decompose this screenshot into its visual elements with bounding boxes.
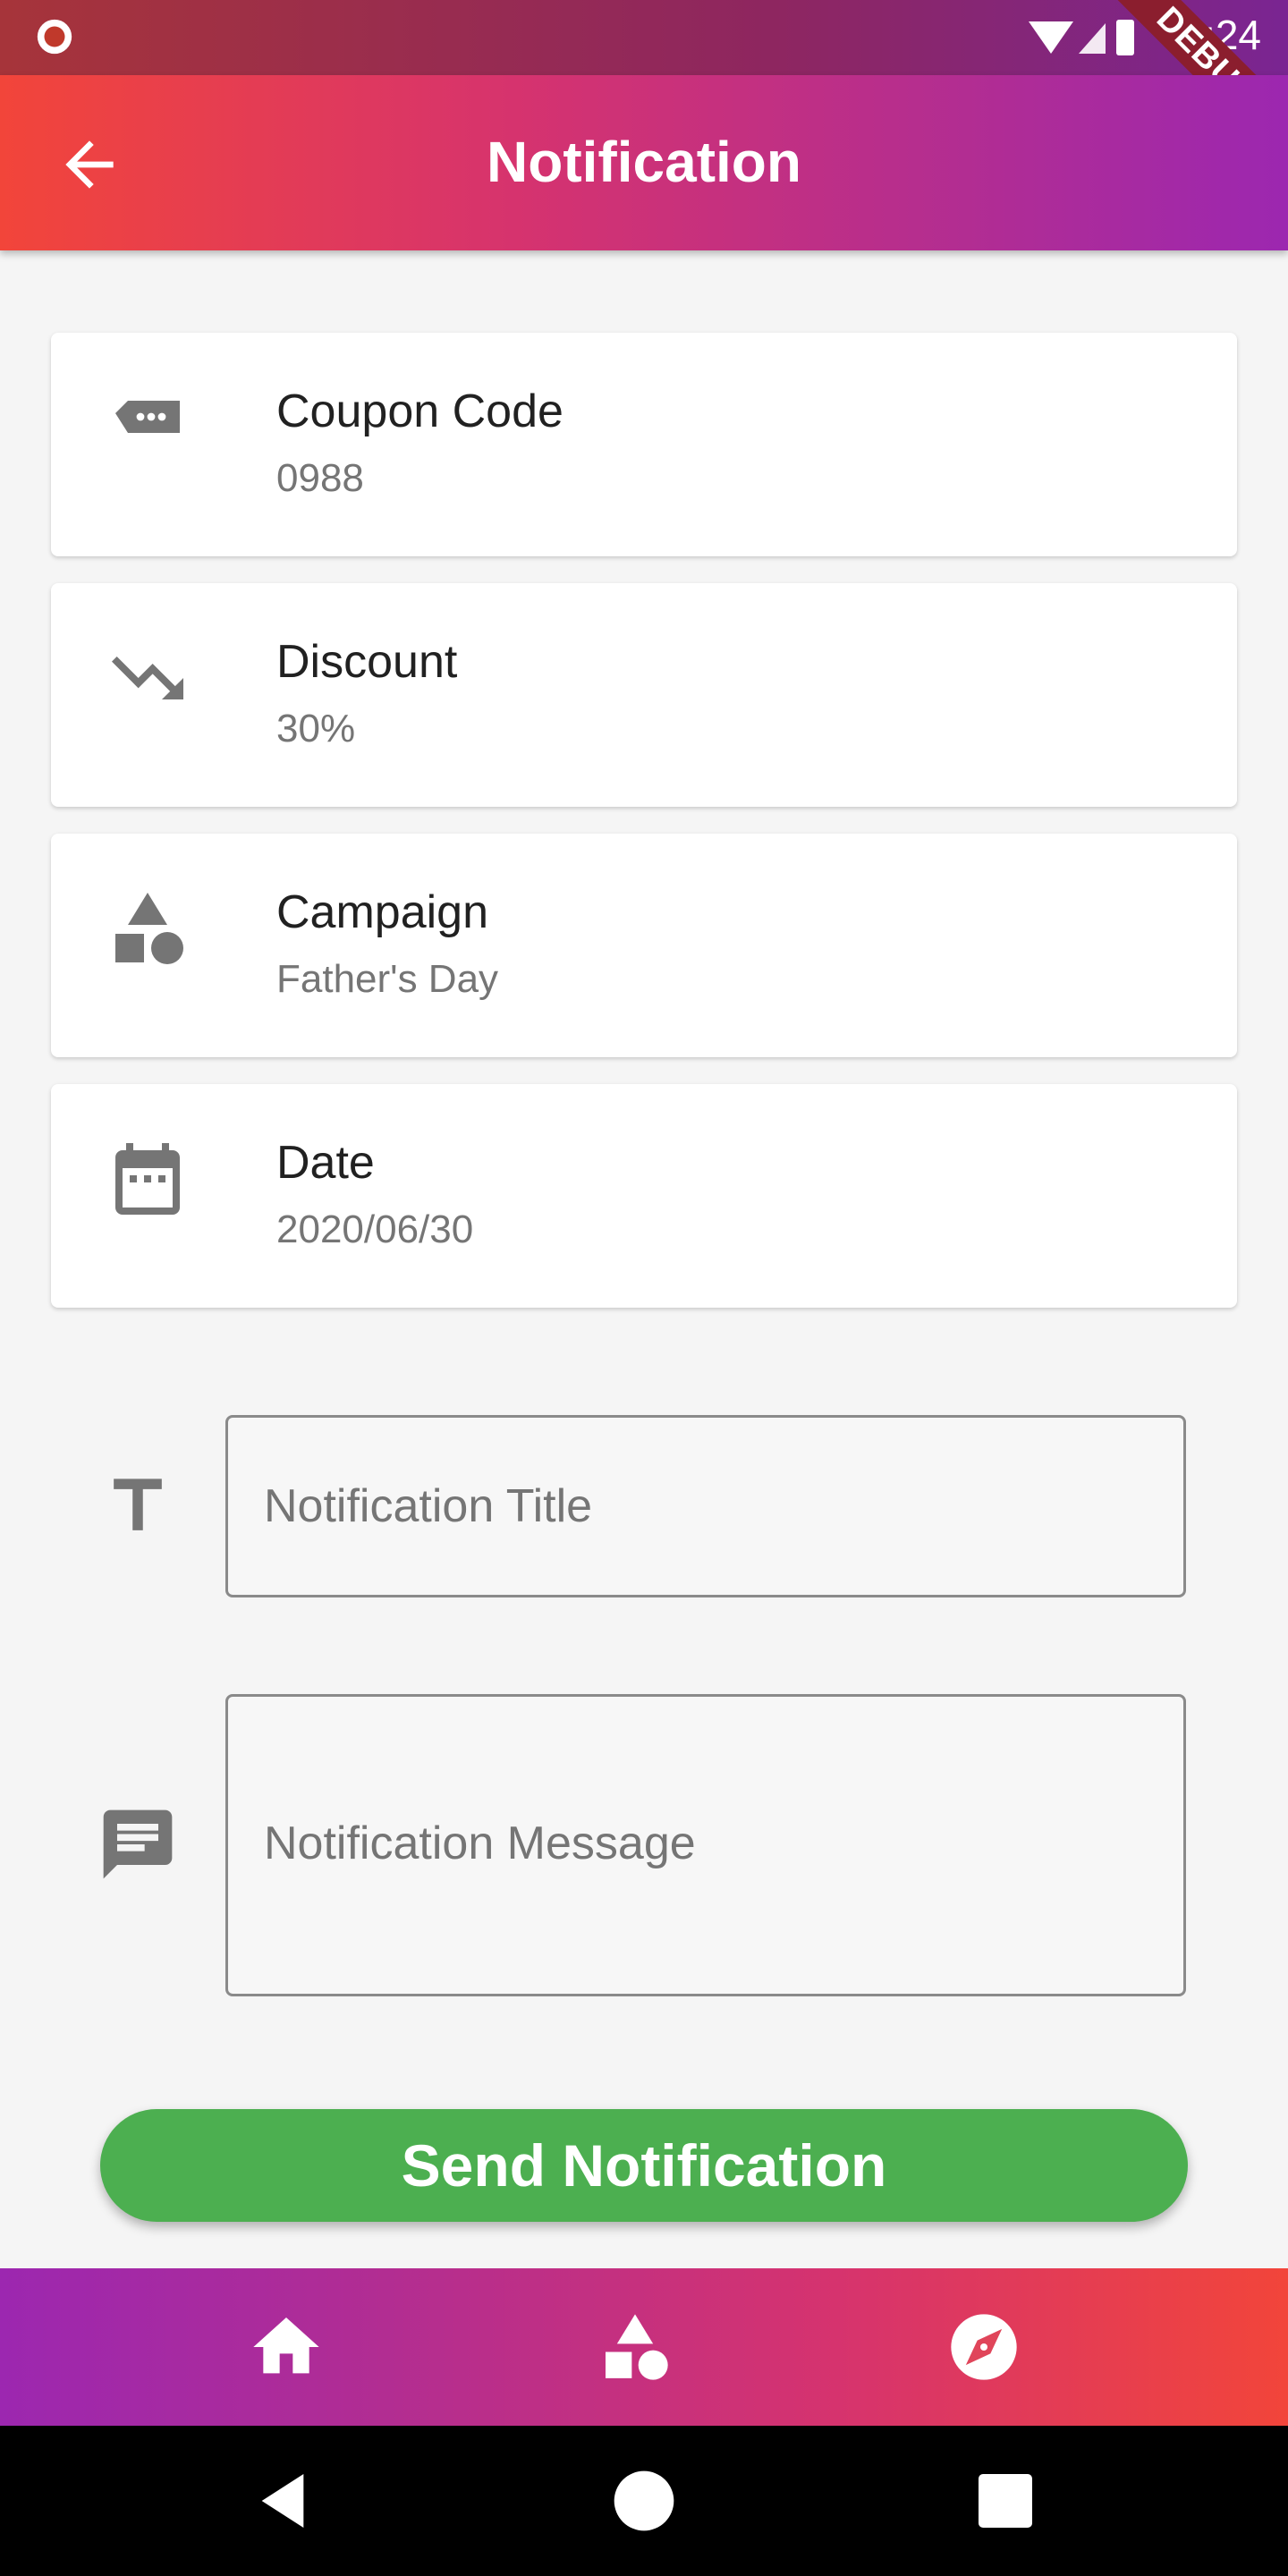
home-circle-icon[interactable] xyxy=(608,2465,680,2537)
message-icon xyxy=(103,1809,173,1879)
bottom-navigation xyxy=(0,2268,1288,2426)
calendar-icon xyxy=(115,1143,180,1215)
back-triangle-icon[interactable] xyxy=(247,2465,318,2537)
category-icon[interactable] xyxy=(596,2308,674,2386)
card-title: Campaign xyxy=(276,886,489,938)
campaign-card: Campaign Father's Day xyxy=(51,834,1237,1057)
notification-title-field[interactable] xyxy=(225,1415,1186,1597)
status-bar: 2:24 DEBUG xyxy=(0,0,1288,169)
recording-icon xyxy=(37,19,72,55)
card-title: Coupon Code xyxy=(276,386,564,437)
text-title-icon xyxy=(114,1479,162,1530)
coupon-code-card: Coupon Code 0988 xyxy=(51,333,1237,556)
home-icon[interactable] xyxy=(247,2308,326,2386)
tag-icon xyxy=(115,401,180,433)
notification-message-field[interactable] xyxy=(225,1694,1186,1996)
trending-down-icon xyxy=(112,657,183,699)
discount-card: Discount 30% xyxy=(51,583,1237,807)
network-battery-icons xyxy=(1029,20,1134,55)
recents-square-icon[interactable] xyxy=(970,2465,1041,2537)
card-value: 30% xyxy=(276,707,356,750)
date-card: Date 2020/06/30 xyxy=(51,1084,1237,1308)
card-value: 2020/06/30 xyxy=(276,1208,474,1251)
card-title: Discount xyxy=(276,636,458,688)
category-icon xyxy=(115,893,183,964)
app-bar: Notification xyxy=(0,75,1288,250)
notification-title-input[interactable] xyxy=(228,1418,1183,1595)
page-title: Notification xyxy=(487,130,801,194)
explore-icon[interactable] xyxy=(945,2308,1023,2386)
notification-message-input[interactable] xyxy=(228,1697,1183,1994)
card-value: 0988 xyxy=(276,456,364,500)
card-title: Date xyxy=(276,1137,375,1189)
card-value: Father's Day xyxy=(276,957,499,1001)
system-navigation-bar xyxy=(0,2426,1288,2576)
send-notification-button[interactable]: Send Notification xyxy=(100,2109,1188,2222)
